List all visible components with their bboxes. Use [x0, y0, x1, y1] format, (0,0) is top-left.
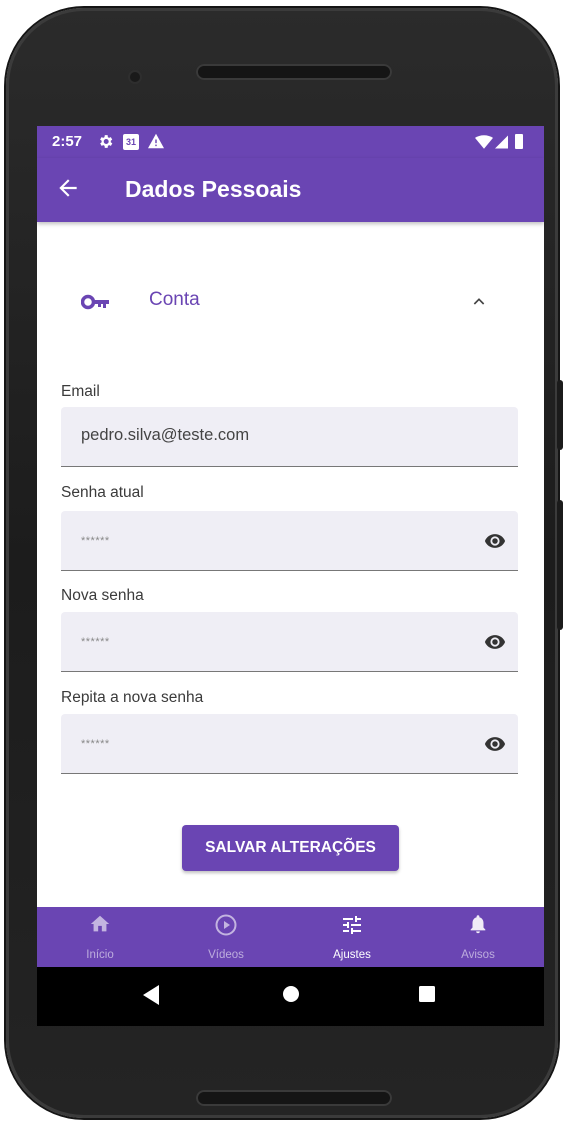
- app-bar: Dados Pessoais: [37, 158, 544, 222]
- new-password-label: Nova senha: [61, 587, 144, 604]
- status-time: 2:57: [52, 133, 83, 150]
- page-title: Dados Pessoais: [125, 176, 302, 202]
- email-field[interactable]: pedro.silva@teste.com: [61, 407, 518, 467]
- play-circle-icon: [215, 914, 237, 936]
- warning-icon: [148, 133, 164, 149]
- email-value: pedro.silva@teste.com: [81, 426, 250, 444]
- repeat-password-value: ******: [81, 738, 110, 750]
- eye-icon[interactable]: [484, 530, 506, 552]
- system-navigation-bar: [37, 967, 544, 1026]
- nav-item-settings[interactable]: Ajustes: [289, 907, 415, 967]
- section-label: Conta: [149, 289, 200, 310]
- wifi-icon: [475, 135, 493, 149]
- eye-icon[interactable]: [484, 733, 506, 755]
- nav-item-home[interactable]: Início: [37, 907, 163, 967]
- current-password-value: ******: [81, 535, 110, 547]
- home-icon: [90, 915, 110, 932]
- power-button: [557, 500, 563, 630]
- app-screen: 2:57 31 Dados Pessoais Conta Email pedro…: [37, 126, 544, 1026]
- bottom-speaker: [196, 1090, 392, 1106]
- nav-item-alerts[interactable]: Avisos: [415, 907, 541, 967]
- calendar-icon: 31: [123, 134, 139, 150]
- status-bar: 2:57 31: [37, 126, 544, 158]
- save-changes-button[interactable]: SALVAR ALTERAÇÕES: [182, 825, 399, 871]
- back-arrow-icon[interactable]: [55, 175, 81, 201]
- battery-icon: [515, 134, 523, 149]
- current-password-field[interactable]: ******: [61, 511, 518, 571]
- chevron-up-icon[interactable]: [471, 294, 487, 310]
- system-back-icon[interactable]: [143, 985, 159, 1005]
- nav-label-home: Início: [86, 949, 114, 961]
- top-speaker: [196, 64, 392, 80]
- system-home-icon[interactable]: [282, 985, 300, 1003]
- volume-button: [557, 380, 563, 450]
- nav-label-alerts: Avisos: [461, 949, 495, 961]
- settings-sliders-icon: [343, 916, 361, 934]
- new-password-value: ******: [81, 636, 110, 648]
- system-recents-icon[interactable]: [418, 985, 436, 1003]
- current-password-label: Senha atual: [61, 484, 144, 501]
- key-icon: [81, 294, 109, 310]
- repeat-password-field[interactable]: ******: [61, 714, 518, 774]
- front-camera: [130, 72, 140, 82]
- account-section-header[interactable]: Conta: [37, 274, 544, 330]
- signal-icon: [495, 135, 508, 149]
- nav-item-videos[interactable]: Vídeos: [163, 907, 289, 967]
- calendar-day: 31: [125, 137, 136, 147]
- new-password-field[interactable]: ******: [61, 612, 518, 672]
- bottom-navigation: Início Vídeos Ajustes Avisos: [37, 907, 544, 967]
- eye-icon[interactable]: [484, 631, 506, 653]
- repeat-password-label: Repita a nova senha: [61, 689, 204, 706]
- email-label: Email: [61, 383, 100, 400]
- nav-label-settings: Ajustes: [333, 949, 371, 961]
- bell-icon: [470, 915, 486, 934]
- nav-label-videos: Vídeos: [208, 949, 244, 961]
- settings-gear-icon: [100, 135, 113, 148]
